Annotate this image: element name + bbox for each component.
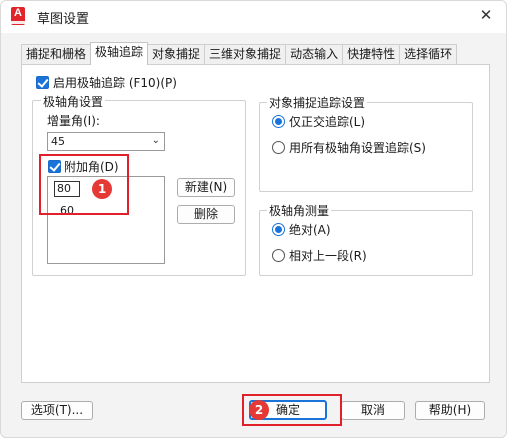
tab-selection-cycling[interactable]: 选择循环	[399, 44, 458, 65]
object-snap-tracking-title: 对象捕捉追踪设置	[267, 94, 368, 111]
polar-angle-settings-title: 极轴角设置	[41, 93, 106, 110]
autocad-app-icon: A	[11, 7, 25, 25]
polar-measurement-title: 极轴角测量	[267, 202, 332, 219]
drafting-settings-dialog: A 草图设置 ✕ 捕捉和栅格 极轴追踪 对象捕捉 三维对象捕捉 动态输入 快捷特…	[0, 0, 507, 438]
tab-snap-grid[interactable]: 捕捉和栅格	[21, 44, 92, 65]
increment-angle-combo[interactable]: 45 ⌄	[47, 132, 165, 151]
increment-angle-value: 45	[51, 135, 65, 148]
cancel-button[interactable]: 取消	[341, 401, 405, 420]
close-icon: ✕	[479, 6, 493, 24]
app-icon-underline	[11, 21, 25, 24]
tab-strip: 捕捉和栅格 极轴追踪 对象捕捉 三维对象捕捉 动态输入 快捷特性 选择循环	[21, 42, 458, 65]
annotation-marker-1: 1	[92, 179, 112, 199]
app-icon-letter: A	[14, 7, 22, 19]
close-button[interactable]: ✕	[466, 1, 506, 31]
help-button[interactable]: 帮助(H)	[415, 401, 485, 420]
tab-3d-object-snap[interactable]: 三维对象捕捉	[204, 44, 287, 65]
tab-dynamic-input[interactable]: 动态输入	[285, 44, 344, 65]
enable-polar-checkbox[interactable]	[36, 76, 49, 89]
options-button[interactable]: 选项(T)...	[21, 401, 93, 420]
absolute-radio[interactable]	[272, 223, 285, 236]
tab-quick-properties[interactable]: 快捷特性	[342, 44, 401, 65]
ortho-only-radio[interactable]	[272, 115, 285, 128]
tab-object-snap[interactable]: 对象捕捉	[147, 44, 206, 65]
chevron-down-icon: ⌄	[151, 135, 160, 146]
new-angle-button[interactable]: 新建(N)	[177, 178, 235, 197]
title-bar: A 草图设置 ✕	[1, 1, 506, 33]
annotation-box-additional-angle	[39, 154, 129, 215]
tab-polar-tracking[interactable]: 极轴追踪	[90, 42, 149, 65]
window-title: 草图设置	[37, 12, 90, 27]
polar-measurement-group	[259, 210, 473, 276]
delete-angle-button[interactable]: 删除	[177, 205, 235, 224]
increment-angle-label: 增量角(I):	[47, 114, 100, 128]
all-polar-label: 用所有极轴角设置追踪(S)	[289, 141, 426, 155]
annotation-marker-2: 2	[249, 400, 269, 420]
absolute-label: 绝对(A)	[289, 223, 331, 237]
relative-label: 相对上一段(R)	[289, 249, 367, 263]
enable-polar-label: 启用极轴追踪 (F10)(P)	[53, 76, 177, 90]
polar-tracking-panel: 启用极轴追踪 (F10)(P) 极轴角设置 增量角(I): 45 ⌄ 附加角(D…	[21, 64, 490, 383]
all-polar-radio[interactable]	[272, 141, 285, 154]
relative-radio[interactable]	[272, 249, 285, 262]
ortho-only-label: 仅正交追踪(L)	[289, 115, 366, 129]
